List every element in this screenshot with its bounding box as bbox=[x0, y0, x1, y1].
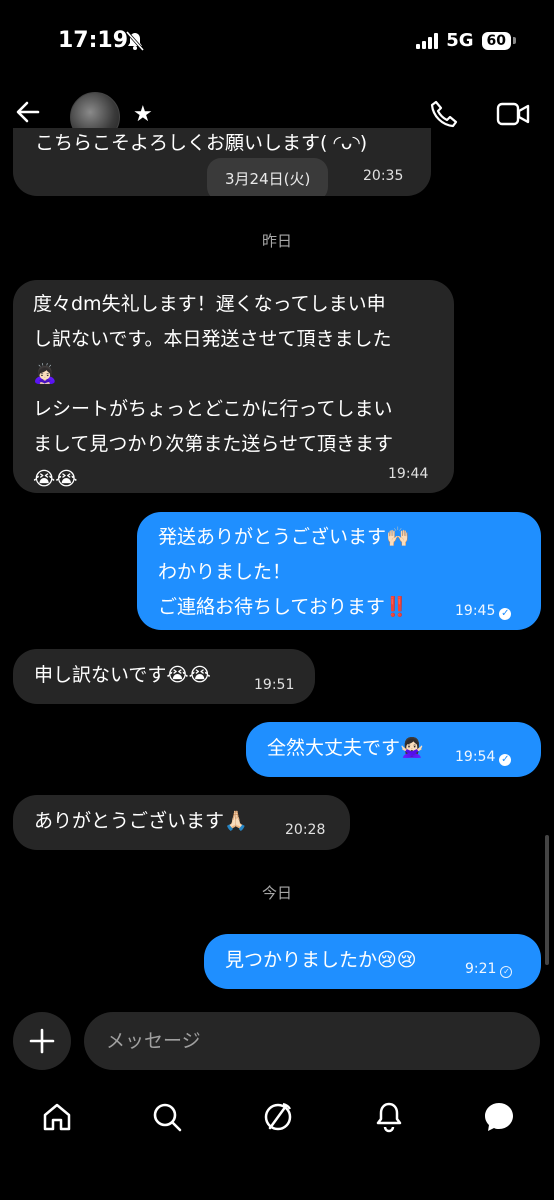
message-time: 19:44 bbox=[388, 466, 429, 482]
message-bubble-incoming[interactable]: こちらこそよろしくお願いします( ◜ᴗ◝) 3月24日(火) 20:35 bbox=[13, 128, 431, 196]
message-time: 19:45 bbox=[455, 603, 496, 619]
messages-icon[interactable] bbox=[482, 1100, 516, 1134]
message-line: 発送ありがとうございます🙌🏻 bbox=[158, 526, 410, 548]
status-indicators: 5G 60 bbox=[416, 30, 516, 51]
network-label: 5G bbox=[446, 30, 474, 51]
message-bubble-outgoing[interactable]: 発送ありがとうございます🙌🏻 わかりました！ ご連絡お待ちしております‼️ 19… bbox=[137, 512, 541, 630]
message-line: 😭😭 bbox=[33, 468, 78, 490]
message-bubble-incoming[interactable]: 度々dm失礼します！遅くなってしまい申 し訳ないです。本日発送させて頂きました … bbox=[13, 280, 454, 493]
message-line: し訳ないです。本日発送させて頂きました bbox=[33, 328, 392, 350]
message-time-status: 19:54 ✓ bbox=[455, 749, 512, 766]
message-line: わかりました！ bbox=[158, 561, 292, 583]
message-composer[interactable] bbox=[84, 1012, 540, 1070]
message-text: こちらこそよろしくお願いします( ◜ᴗ◝) bbox=[35, 132, 368, 154]
message-text: 全然大丈夫です🙅🏻‍♀️ bbox=[267, 737, 424, 759]
message-line: レシートがちょっとどこかに行ってしまい bbox=[33, 398, 393, 420]
search-icon[interactable] bbox=[150, 1100, 184, 1134]
home-icon[interactable] bbox=[40, 1100, 74, 1134]
signal-icon bbox=[416, 32, 439, 49]
message-time-status: 9:21 ✓ bbox=[465, 961, 513, 978]
message-time: 19:54 bbox=[455, 749, 496, 765]
read-check-icon: ✓ bbox=[499, 754, 512, 766]
explore-icon[interactable] bbox=[261, 1100, 295, 1134]
battery-tip bbox=[513, 37, 516, 44]
status-time: 17:19 bbox=[58, 28, 129, 53]
message-bubble-outgoing[interactable]: 見つかりましたか😢😢 9:21 ✓ bbox=[204, 934, 541, 989]
message-time: 9:21 bbox=[465, 961, 497, 977]
message-bubble-outgoing[interactable]: 全然大丈夫です🙅🏻‍♀️ 19:54 ✓ bbox=[246, 722, 541, 777]
message-time: 19:51 bbox=[254, 677, 295, 693]
day-divider: 今日 bbox=[261, 884, 292, 902]
video-call-icon[interactable] bbox=[496, 100, 530, 128]
sent-check-icon: ✓ bbox=[500, 966, 513, 978]
scrollbar[interactable] bbox=[545, 835, 549, 965]
message-line: まして見つかり次第また送らせて頂きます bbox=[33, 433, 394, 455]
message-line: 度々dm失礼します！遅くなってしまい申 bbox=[33, 293, 386, 315]
message-input[interactable] bbox=[84, 1012, 484, 1070]
mute-bell-icon bbox=[124, 31, 146, 55]
message-text: 申し訳ないです😭😭 bbox=[34, 664, 211, 686]
message-time-status: 19:45 ✓ bbox=[455, 603, 512, 620]
message-text: ありがとうございます🙏🏻 bbox=[34, 810, 248, 832]
battery-icon: 60 bbox=[481, 31, 511, 50]
day-divider: 昨日 bbox=[261, 232, 292, 250]
plus-icon bbox=[29, 1028, 55, 1054]
message-time: 20:35 bbox=[363, 168, 404, 184]
add-attachment-button[interactable] bbox=[13, 1012, 71, 1070]
star-icon: ★ bbox=[133, 102, 153, 127]
message-line: 🙇🏻‍♀️ bbox=[33, 363, 57, 385]
message-line: ご連絡お待ちしております‼️ bbox=[158, 596, 409, 618]
message-text: 見つかりましたか😢😢 bbox=[225, 949, 417, 971]
date-chip: 3月24日(火) bbox=[207, 158, 329, 196]
notifications-icon[interactable] bbox=[372, 1100, 406, 1134]
read-check-icon: ✓ bbox=[499, 608, 512, 620]
message-bubble-incoming[interactable]: 申し訳ないです😭😭 19:51 bbox=[13, 649, 315, 704]
message-bubble-incoming[interactable]: ありがとうございます🙏🏻 20:28 bbox=[13, 795, 350, 850]
phone-call-icon[interactable] bbox=[428, 98, 460, 130]
back-arrow-icon[interactable] bbox=[14, 98, 42, 126]
message-time: 20:28 bbox=[285, 822, 326, 838]
